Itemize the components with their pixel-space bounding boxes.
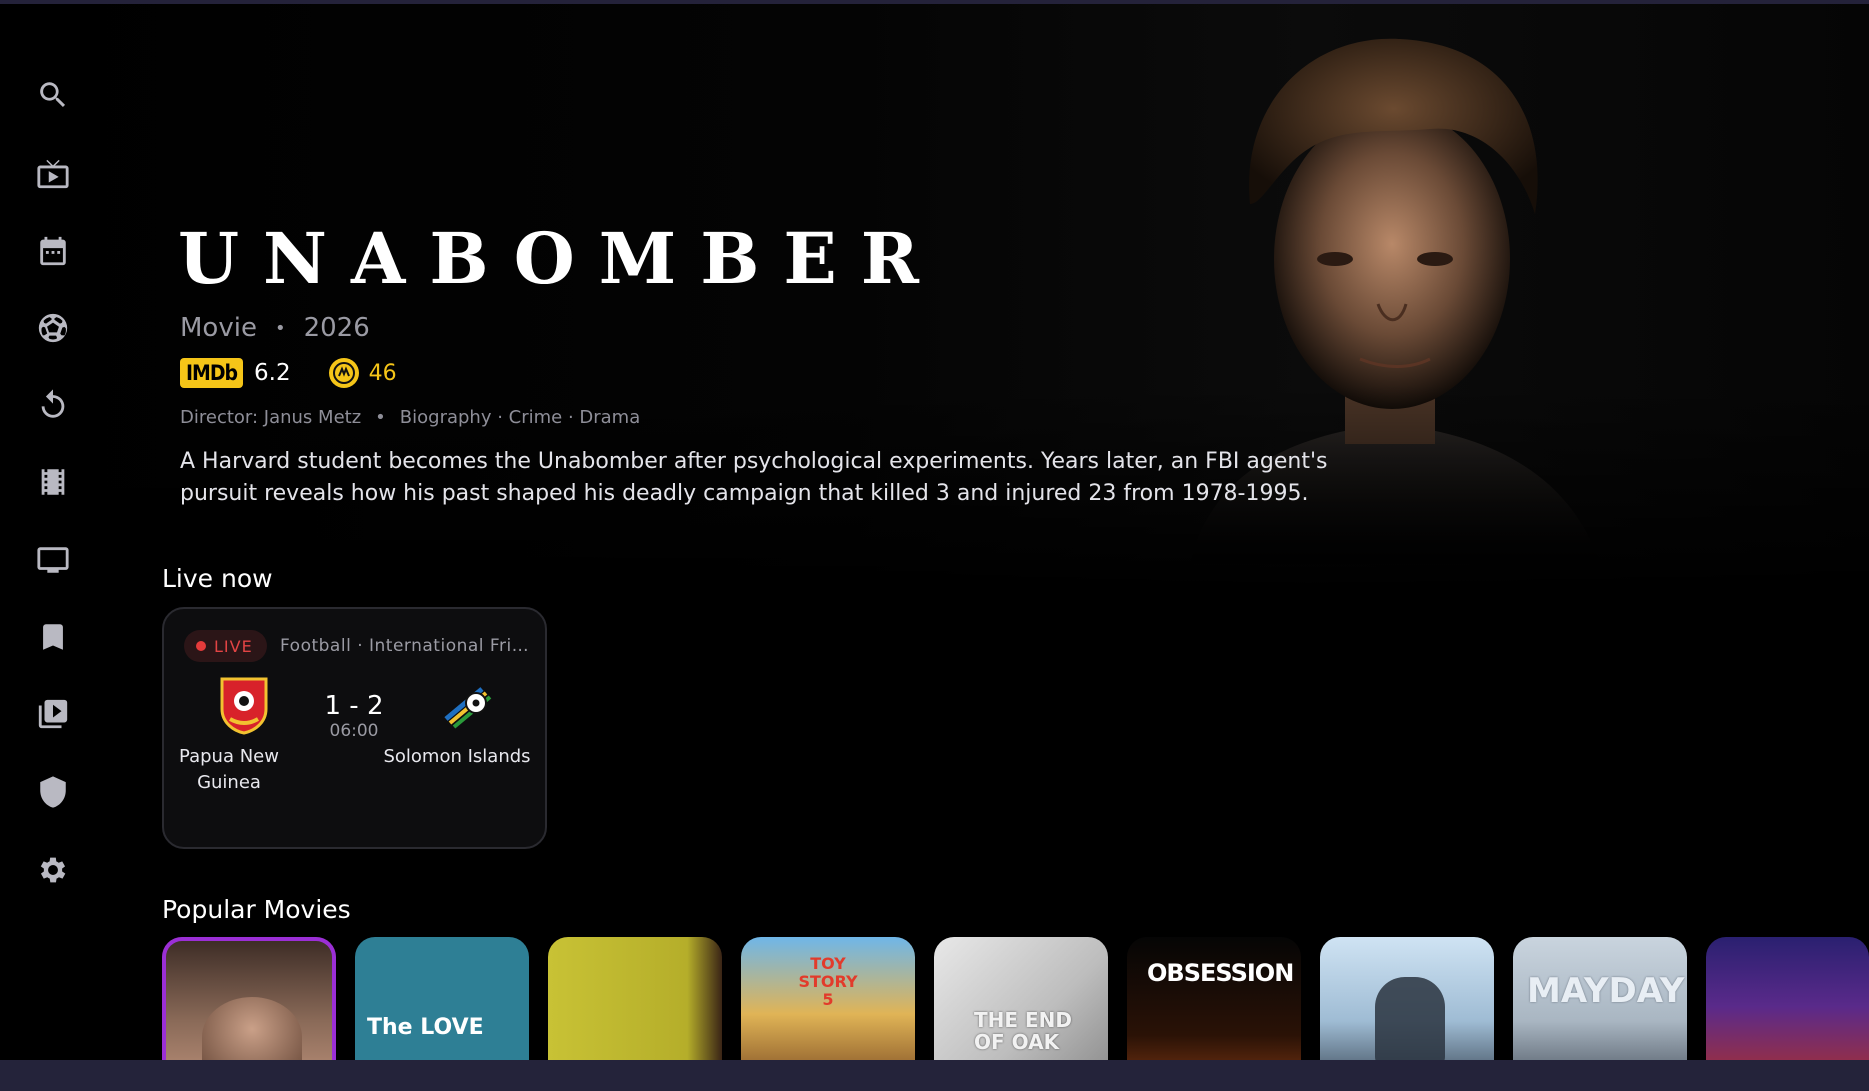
poster-title: OBSESSION — [1147, 959, 1294, 987]
popular-movies-heading: Popular Movies — [162, 895, 351, 924]
poster-title: The LOVE — [367, 1015, 484, 1040]
league-label: Football · International Friendly — [280, 636, 532, 656]
metacritic-score: 46 — [368, 360, 397, 386]
bottom-bar — [0, 1060, 1869, 1091]
release-year: 2026 — [303, 313, 370, 343]
movies-film-icon[interactable] — [31, 460, 75, 504]
metacritic-icon — [328, 358, 359, 388]
home-team-name: Papua New Guinea — [179, 746, 279, 793]
live-badge-label: LIVE — [214, 636, 253, 656]
video-library-icon[interactable] — [31, 692, 75, 736]
hero-meta: Movie • 2026 — [180, 313, 370, 343]
ratings-row: IMDb 6.2 46 — [180, 358, 397, 388]
poster-title: MAYDAY — [1527, 971, 1685, 1011]
imdb-rating: 6.2 — [254, 360, 291, 386]
sports-ball-icon[interactable] — [31, 306, 75, 350]
match-score: 1 - 2 — [324, 691, 384, 721]
solomon-islands-crest-icon — [444, 687, 492, 729]
settings-gear-icon[interactable] — [31, 848, 75, 892]
imdb-logo: IMDb — [180, 358, 244, 388]
movie-poster[interactable]: OBSESSION — [1127, 937, 1301, 1077]
movie-poster[interactable]: MAYDAY — [1513, 937, 1687, 1077]
movie-poster[interactable] — [162, 937, 336, 1077]
bookmark-icon[interactable] — [31, 615, 75, 659]
papua-new-guinea-crest-icon — [220, 677, 268, 735]
credits-separator: • — [375, 407, 386, 428]
hero-title: UNABOMBER — [178, 217, 943, 300]
away-team-name: Solomon Islands — [383, 746, 531, 767]
poster-title: TOY STORY 5 — [798, 954, 858, 1009]
poster-title: THE END OF OAK — [974, 1008, 1073, 1054]
live-dot-icon — [196, 641, 206, 651]
content-type: Movie — [180, 313, 257, 343]
live-badge: LIVE — [184, 630, 267, 662]
genres: Biography · Crime · Drama — [399, 407, 641, 428]
history-icon[interactable] — [31, 383, 75, 427]
tv-monitor-icon[interactable] — [31, 538, 75, 582]
match-clock: 06:00 — [329, 721, 379, 741]
movie-poster[interactable] — [548, 937, 722, 1077]
movie-poster[interactable]: THE END OF OAK — [934, 937, 1108, 1077]
director: Director: Janus Metz — [180, 407, 362, 428]
credits-row: Director: Janus Metz • Biography · Crime… — [180, 407, 640, 428]
live-now-heading: Live now — [162, 564, 273, 593]
shield-icon[interactable] — [31, 770, 75, 814]
search-icon[interactable] — [31, 73, 75, 117]
movie-poster[interactable] — [1706, 937, 1869, 1077]
movie-poster[interactable]: TOY STORY 5 — [741, 937, 915, 1077]
calendar-icon[interactable] — [31, 229, 75, 273]
movie-poster[interactable]: The LOVE — [355, 937, 529, 1077]
hero-description: A Harvard student becomes the Unabomber … — [180, 449, 1328, 506]
movie-poster[interactable] — [1320, 937, 1494, 1077]
meta-separator: • — [274, 317, 286, 339]
live-match-card[interactable]: LIVE Football · International Friendly P… — [162, 607, 547, 849]
live-tv-icon[interactable] — [31, 152, 75, 196]
